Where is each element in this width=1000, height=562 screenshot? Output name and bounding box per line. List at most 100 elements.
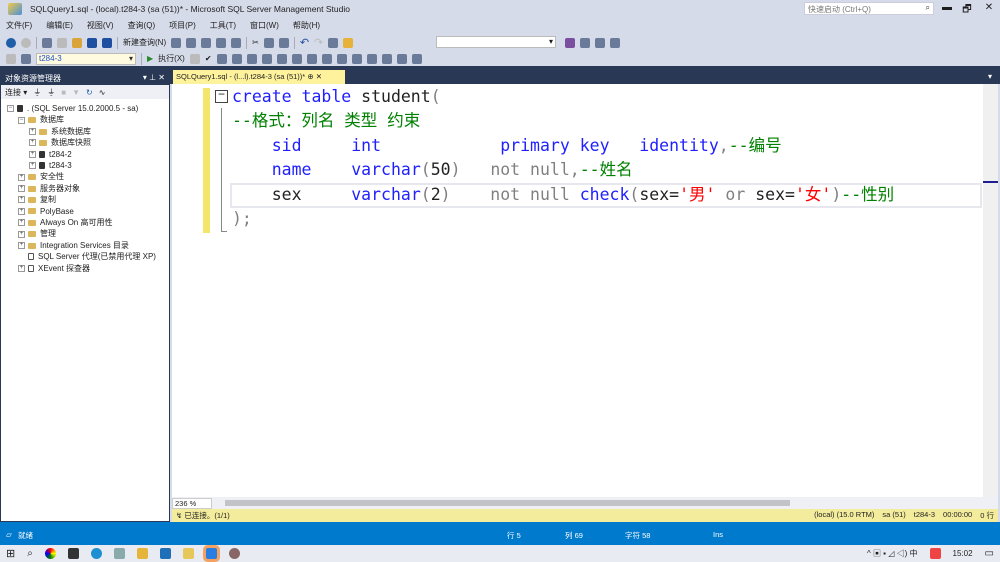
results-to-text-icon[interactable] <box>306 53 317 64</box>
xmla-query-icon[interactable] <box>216 37 227 48</box>
notification-icon[interactable]: ▭ <box>985 548 994 559</box>
properties-icon[interactable] <box>565 37 575 48</box>
tree-node[interactable]: + 复制 <box>1 194 169 205</box>
close-button[interactable]: ✕ <box>980 2 998 13</box>
pin-icon[interactable]: ⊕ <box>307 72 313 81</box>
new-project-icon[interactable] <box>42 37 52 48</box>
paste-icon[interactable] <box>278 37 289 48</box>
tree-node[interactable]: + XEvent 探查器 <box>1 263 169 274</box>
stop-icon[interactable]: ■ <box>61 88 66 97</box>
find-combo[interactable] <box>436 36 556 48</box>
execute-icon[interactable]: ▶ <box>147 54 153 63</box>
connect-plug-icon[interactable]: ⏚ <box>33 87 41 98</box>
tree-node[interactable]: + PolyBase <box>1 206 169 217</box>
include-plan-icon[interactable] <box>276 53 287 64</box>
dmx-query-icon[interactable] <box>201 37 212 48</box>
tree-node[interactable]: + 数据库快照 <box>1 137 169 148</box>
collapse-icon[interactable]: − <box>215 89 228 103</box>
database-select[interactable]: t284-3 <box>36 52 136 65</box>
client-stats-icon[interactable] <box>291 53 302 64</box>
save-all-icon[interactable] <box>102 37 112 48</box>
query-options-icon[interactable] <box>246 53 257 64</box>
panel-controls[interactable]: ▾ ⊥ ✕ <box>143 73 165 83</box>
expand-icon[interactable]: + <box>18 207 25 215</box>
tree-node[interactable]: + t284-2 <box>1 149 169 160</box>
edge-icon[interactable] <box>90 548 102 559</box>
db-engine-query-icon[interactable] <box>171 37 182 48</box>
code-line[interactable]: ); <box>232 207 894 231</box>
mdx-query-icon[interactable] <box>186 37 197 48</box>
collapse-icon[interactable]: − <box>18 116 25 124</box>
expand-icon[interactable] <box>18 253 25 260</box>
dax-query-icon[interactable] <box>231 37 242 48</box>
tab-sqlquery1[interactable]: SQLQuery1.sql - (l...l).t284-3 (sa (51))… <box>173 70 345 84</box>
minimize-button[interactable]: ▬ <box>938 2 956 13</box>
menu-project[interactable]: 项目(P) <box>169 20 196 31</box>
forward-icon[interactable] <box>21 37 31 48</box>
code-line[interactable]: create table student( <box>232 85 894 109</box>
refresh-icon[interactable]: ↻ <box>86 88 93 97</box>
tree-node[interactable]: − . (SQL Server 15.0.2000.5 - sa) <box>1 103 169 114</box>
menu-query[interactable]: 查询(Q) <box>128 20 156 31</box>
menu-file[interactable]: 文件(F) <box>6 20 32 31</box>
expand-icon[interactable]: + <box>29 162 36 170</box>
filter-icon[interactable] <box>6 53 16 64</box>
expand-icon[interactable]: + <box>18 242 25 250</box>
menu-tools[interactable]: 工具(T) <box>210 20 236 31</box>
tree-node[interactable]: + 安全性 <box>1 171 169 182</box>
app-icon[interactable] <box>113 548 125 559</box>
results-to-grid-icon[interactable] <box>321 53 332 64</box>
activity-monitor-icon[interactable]: ∿ <box>99 88 106 97</box>
comment-icon[interactable] <box>351 53 362 64</box>
filter-icon[interactable]: ▼ <box>72 88 80 97</box>
add-item-icon[interactable] <box>57 37 67 48</box>
intellisense-icon[interactable] <box>261 53 272 64</box>
expand-icon[interactable]: + <box>18 230 25 238</box>
search-icon[interactable]: ⌕ <box>27 548 33 559</box>
command-window-icon[interactable] <box>610 37 620 48</box>
sql-code[interactable]: create table student(--格式：列名 类型 约束 sid i… <box>232 85 894 231</box>
menu-window[interactable]: 窗口(W) <box>250 20 279 31</box>
tree-node[interactable]: + 服务器对象 <box>1 183 169 194</box>
cancel-query-icon[interactable] <box>189 53 200 64</box>
app-icon[interactable] <box>159 548 171 559</box>
wrench-icon[interactable] <box>580 37 590 48</box>
expand-icon[interactable]: + <box>29 128 36 136</box>
restore-button[interactable]: 🗗 <box>958 2 976 19</box>
code-line[interactable]: --格式：列名 类型 约束 <box>232 109 894 133</box>
solution-explorer-icon[interactable] <box>328 37 339 48</box>
vertical-scrollbar[interactable] <box>983 84 998 497</box>
uncomment-icon[interactable] <box>366 53 377 64</box>
app-icon[interactable] <box>228 548 240 559</box>
code-line[interactable]: name varchar(50) not null,--姓名 <box>232 158 894 182</box>
cut-icon[interactable]: ✂ <box>252 38 259 47</box>
tree-node[interactable]: − 数据库 <box>1 114 169 125</box>
tree-node[interactable]: + 系统数据库 <box>1 126 169 137</box>
chrome-icon[interactable] <box>44 548 56 559</box>
tab-dropdown-icon[interactable]: ▾ <box>988 72 992 81</box>
tree-node[interactable]: + t284-3 <box>1 160 169 171</box>
expand-icon[interactable]: + <box>18 185 25 193</box>
query-designer-icon[interactable] <box>231 53 242 64</box>
tray-icons[interactable]: ^ ▣ ▪ ◿ ◁) 中 <box>867 548 918 559</box>
disconnect-icon[interactable]: ⏚ <box>47 87 55 98</box>
code-line[interactable]: sid int primary key identity,--编号 <box>232 134 894 158</box>
start-icon[interactable]: ⊞ <box>6 547 15 560</box>
open-file-icon[interactable] <box>72 37 82 48</box>
expand-icon[interactable]: + <box>18 264 25 272</box>
new-query-button[interactable]: 新建查询(N) <box>123 37 166 48</box>
expand-icon[interactable]: + <box>29 139 36 147</box>
tree-node[interactable]: + Always On 高可用性 <box>1 217 169 228</box>
increase-indent-icon[interactable] <box>396 53 407 64</box>
menu-edit[interactable]: 编辑(E) <box>46 20 73 31</box>
back-icon[interactable] <box>6 37 16 48</box>
close-tab-icon[interactable]: ✕ <box>316 72 322 81</box>
tree-node[interactable]: SQL Server 代理(已禁用代理 XP) <box>1 251 169 262</box>
save-icon[interactable] <box>87 37 97 48</box>
ime-icon[interactable] <box>929 548 941 559</box>
connect-button[interactable]: 连接 ▾ <box>5 87 27 98</box>
find-icon[interactable] <box>343 37 354 48</box>
tree-node[interactable]: + 管理 <box>1 228 169 239</box>
app-icon[interactable] <box>67 548 79 559</box>
specify-values-icon[interactable] <box>411 53 422 64</box>
